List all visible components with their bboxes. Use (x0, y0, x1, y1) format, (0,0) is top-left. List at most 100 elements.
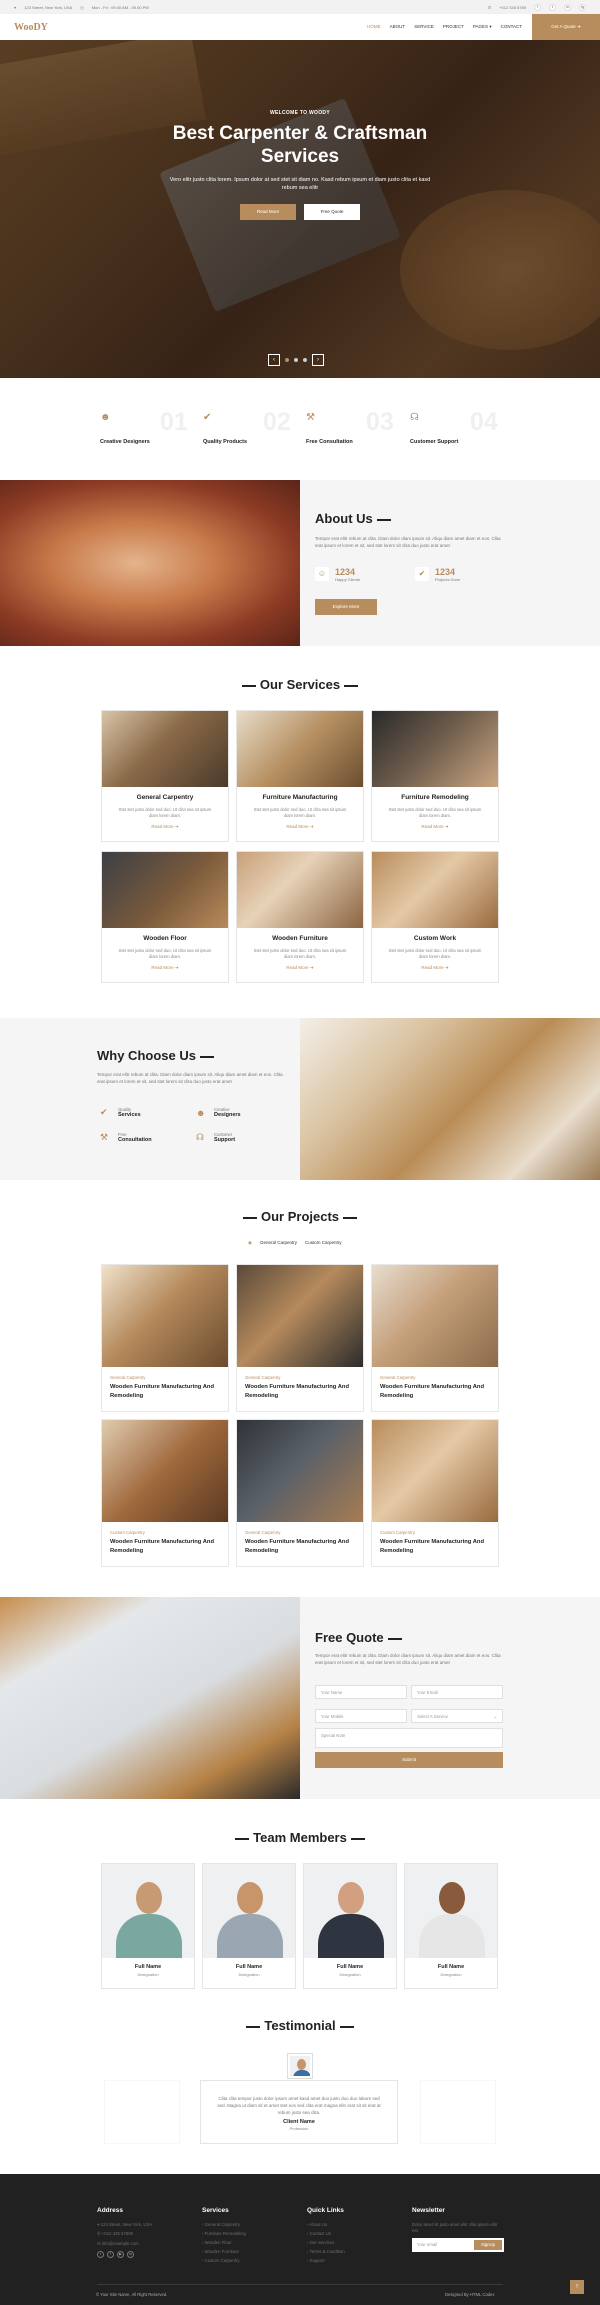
testimonial-side-card (104, 2080, 180, 2144)
project-card[interactable]: Custom Carpentry Wooden Furniture Manufa… (371, 1419, 499, 1567)
newsletter-signup-button[interactable]: SignUp (474, 2240, 502, 2250)
read-more-link[interactable]: Read More ➜ (237, 965, 363, 971)
team-name: Full Name (437, 1964, 465, 1970)
project-title[interactable]: Wooden Furniture Manufacturing And Remod… (380, 1383, 490, 1401)
nav-item-about[interactable]: ABOUT (390, 24, 406, 30)
stat-happy-clients: ☺ 1234 Happy Clients (315, 567, 360, 582)
quote-title-text: Free Quote (315, 1630, 384, 1645)
service-select[interactable]: Select A Service ⌄ (411, 1709, 503, 1723)
read-more-link[interactable]: Read More ➜ (102, 824, 228, 830)
read-more-link[interactable]: Read More ➜ (102, 965, 228, 971)
read-more-link[interactable]: Read More ➜ (237, 824, 363, 830)
linkedin-icon[interactable]: in (127, 2251, 134, 2258)
services-title-text: Our Services (259, 677, 341, 692)
project-card[interactable]: Custom Carpentry Wooden Furniture Manufa… (101, 1419, 229, 1567)
submit-button[interactable]: Submit (315, 1752, 503, 1768)
topbar-address: 123 Street, New York, USA (24, 4, 73, 10)
carousel-next-icon[interactable]: › (312, 354, 324, 366)
team-card[interactable]: Full Name Designation (101, 1863, 195, 1989)
newsletter-text: Dolor amet sit justo amet elitr clita ip… (412, 2222, 498, 2233)
hero-free-quote-button[interactable]: Free Quote (304, 204, 360, 220)
service-card[interactable]: Furniture Manufacturing Stet stet justo … (236, 710, 364, 842)
project-card[interactable]: General Carpentry Wooden Furniture Manuf… (236, 1419, 364, 1567)
newsletter-email-input[interactable]: Your email (417, 2242, 437, 2247)
filter-custom-carpentry[interactable]: Custom Carpentry (305, 1240, 342, 1246)
linkedin-icon[interactable]: in (564, 3, 571, 11)
team-card[interactable]: Full Name Designation (303, 1863, 397, 1989)
footer-link[interactable]: › Support (307, 2258, 345, 2263)
logo[interactable]: WooDY (14, 22, 48, 33)
nav-item-service[interactable]: SERVICE (414, 24, 434, 30)
carousel-dot[interactable] (294, 358, 298, 362)
project-title[interactable]: Wooden Furniture Manufacturing And Remod… (245, 1383, 355, 1401)
read-more-link[interactable]: Read More ➜ (372, 824, 498, 830)
facebook-icon[interactable]: f (107, 2251, 114, 2258)
project-card[interactable]: General Carpentry Wooden Furniture Manuf… (236, 1264, 364, 1412)
projects-title-text: Our Projects (260, 1209, 340, 1224)
why-section (0, 1018, 300, 1180)
footer-link[interactable]: › Custom Carpentry (202, 2258, 246, 2263)
footer-text: 123 Street, New York, USA (100, 2222, 153, 2227)
project-category: General Carpentry (380, 1375, 416, 1380)
team-name: Full Name (235, 1964, 263, 1970)
feature-number: 03 (366, 408, 394, 436)
designed-by[interactable]: Designed By HTML Codex (445, 2292, 494, 2297)
service-card[interactable]: Custom Work Stet stet justo dolor sed du… (371, 851, 499, 983)
carousel-dot[interactable] (303, 358, 307, 362)
back-to-top-icon[interactable]: ↑ (570, 2280, 584, 2294)
read-more-link[interactable]: Read More ➜ (372, 965, 498, 971)
service-card[interactable]: Wooden Furniture Stet stet justo dolor s… (236, 851, 364, 983)
service-title: Furniture Remodeling (401, 794, 469, 801)
nav-item-home[interactable]: HOME (367, 24, 381, 30)
nav-item-project[interactable]: PROJECT (443, 24, 464, 30)
facebook-icon[interactable]: f (534, 3, 541, 11)
carousel-prev-icon[interactable]: ‹ (268, 354, 280, 366)
footer-link-text: Wooden Furniture (204, 2249, 239, 2254)
project-card[interactable]: General Carpentry Wooden Furniture Manuf… (371, 1264, 499, 1412)
instagram-icon[interactable]: ig (579, 3, 586, 11)
nav-item-contact[interactable]: CONTACT (501, 24, 522, 30)
about-title-text: About Us (315, 511, 373, 526)
hero-read-more-button[interactable]: Read More (240, 204, 296, 220)
footer-link[interactable]: › Contact Us (307, 2231, 345, 2236)
project-title[interactable]: Wooden Furniture Manufacturing And Remod… (110, 1538, 220, 1556)
name-input[interactable]: Your Name (315, 1685, 407, 1699)
service-card[interactable]: Wooden Floor Stet stet justo dolor sed d… (101, 851, 229, 983)
project-image (102, 1420, 228, 1522)
team-name: Full Name (336, 1964, 364, 1970)
footer-link[interactable]: › General Carpentry (202, 2222, 246, 2227)
twitter-icon[interactable]: t (549, 3, 556, 11)
footer-link[interactable]: › About Us (307, 2222, 345, 2227)
team-card[interactable]: Full Name Designation (202, 1863, 296, 1989)
footer-text: info@example.com (101, 2241, 139, 2246)
filter-general-carpentry[interactable]: General Carpentry (260, 1240, 297, 1246)
get-quote-button[interactable]: Get A Quote ➜ (532, 14, 600, 40)
footer-link[interactable]: › Our Services (307, 2240, 345, 2245)
footer-link[interactable]: › Terms & Condition (307, 2249, 345, 2254)
footer-link[interactable]: › Wooden Furniture (202, 2249, 246, 2254)
project-title[interactable]: Wooden Furniture Manufacturing And Remod… (245, 1538, 355, 1556)
service-title: General Carpentry (136, 794, 194, 801)
mobile-input[interactable]: Your Mobile (315, 1709, 407, 1723)
twitter-icon[interactable]: t (97, 2251, 104, 2258)
service-card[interactable]: General Carpentry Stet stet justo dolor … (101, 710, 229, 842)
stat-projects-done: ✔ 1234 Projects Done (415, 567, 460, 582)
carousel-dot[interactable] (285, 358, 289, 362)
nav-item-pages[interactable]: PAGES ▾ (473, 24, 492, 30)
team-card[interactable]: Full Name Designation (404, 1863, 498, 1989)
service-desc: Stet stet justo dolor sed duo. Ut clita … (388, 807, 482, 818)
project-card[interactable]: General Carpentry Wooden Furniture Manuf… (101, 1264, 229, 1412)
project-title[interactable]: Wooden Furniture Manufacturing And Remod… (380, 1538, 490, 1556)
about-section (300, 480, 600, 646)
special-note-textarea[interactable]: Special Note (315, 1728, 503, 1748)
clock-icon: ◷ (80, 4, 84, 10)
explore-more-button[interactable]: Explore More (315, 599, 377, 615)
team-title: Team Members (0, 1830, 600, 1845)
email-input[interactable]: Your Email (411, 1685, 503, 1699)
service-card[interactable]: Furniture Remodeling Stet stet justo dol… (371, 710, 499, 842)
footer-link[interactable]: › Wooden Floor (202, 2240, 246, 2245)
check-icon: ✔ (415, 567, 429, 581)
footer-link[interactable]: › Furniture Remodeling (202, 2231, 246, 2236)
youtube-icon[interactable]: ▶ (117, 2251, 124, 2258)
project-title[interactable]: Wooden Furniture Manufacturing And Remod… (110, 1383, 220, 1401)
